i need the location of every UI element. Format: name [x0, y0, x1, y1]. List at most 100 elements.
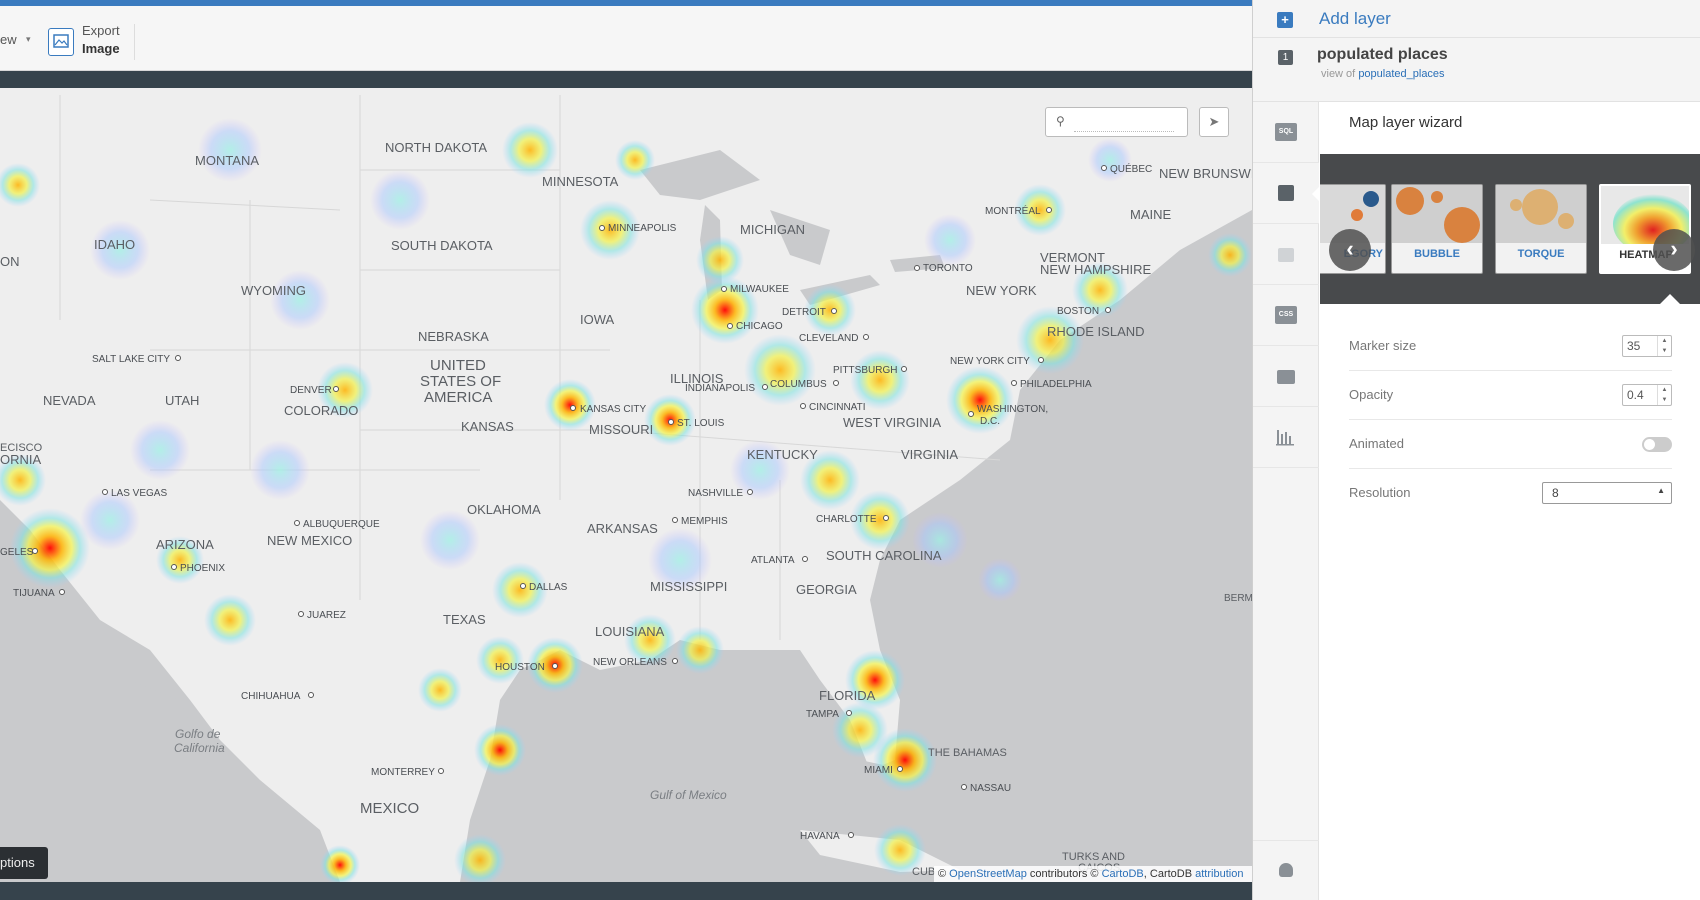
chevron-right-icon[interactable]: ›	[1653, 229, 1695, 271]
select-caret-icon: ▲	[1657, 486, 1665, 495]
svg-text:GELES: GELES	[0, 547, 34, 558]
svg-text:SALT LAKE CITY: SALT LAKE CITY	[92, 354, 170, 365]
label-rhode-island: RHODE ISLAND	[1047, 324, 1145, 339]
label-new-hampshire: NEW HAMPSHIRE	[1040, 262, 1152, 277]
svg-text:D.C.: D.C.	[980, 416, 1000, 427]
stepper-arrows-icon[interactable]: ▲ ▼	[1657, 385, 1671, 405]
label-california-2: ORNIA	[0, 452, 42, 467]
svg-text:TORONTO: TORONTO	[923, 263, 973, 274]
city-denver: DENVER	[290, 385, 339, 396]
svg-text:NASSAU: NASSAU	[970, 783, 1011, 794]
export-image-button[interactable]	[48, 28, 74, 56]
tab-legend[interactable]	[1253, 346, 1319, 407]
layer-header: 1 populated places view of populated_pla…	[1253, 38, 1700, 102]
stepper-arrows-icon[interactable]: ▲ ▼	[1657, 336, 1671, 356]
card-bubble[interactable]: BUBBLE	[1391, 184, 1483, 274]
tab-infowindow[interactable]	[1253, 224, 1319, 285]
label-kentucky: KENTUCKY	[747, 447, 818, 462]
city-kansas-city: KANSAS CITY	[570, 404, 646, 415]
svg-text:WASHINGTON,: WASHINGTON,	[977, 404, 1048, 415]
city-new-orleans: NEW ORLEANS	[593, 657, 678, 668]
tab-filters[interactable]	[1253, 407, 1319, 468]
cartodb-link[interactable]: CartoDB	[1102, 868, 1144, 880]
svg-text:PITTSBURGH: PITTSBURGH	[833, 365, 897, 376]
svg-text:HAVANA: HAVANA	[800, 831, 840, 842]
label-missouri: MISSOURI	[589, 422, 653, 437]
legend-icon	[1277, 370, 1295, 384]
city-toronto: TORONTO	[914, 263, 973, 274]
svg-text:TIJUANA: TIJUANA	[13, 588, 55, 599]
map-search-box[interactable]: ⚲	[1045, 107, 1188, 137]
attribution-link[interactable]: attribution	[1195, 868, 1243, 880]
label-wyoming: WYOMING	[241, 283, 306, 298]
city-cincinnati: CINCINNATI	[800, 402, 865, 413]
opacity-stepper[interactable]: 0.4 ▲ ▼	[1622, 384, 1672, 406]
map-bottom-bar	[0, 882, 1252, 900]
tab-sql[interactable]: SQL	[1253, 102, 1319, 163]
svg-text:MIAMI: MIAMI	[864, 765, 893, 776]
svg-text:CHIHUAHUA: CHIHUAHUA	[241, 691, 301, 702]
label-iowa: IOWA	[580, 312, 615, 327]
tab-wizard[interactable]	[1253, 163, 1320, 224]
city-phoenix: PHOENIX	[171, 563, 225, 574]
attribution-prefix: ©	[938, 868, 950, 880]
svg-text:CHICAGO: CHICAGO	[736, 321, 783, 332]
layer-title[interactable]: populated places	[1317, 46, 1448, 64]
svg-text:INDIANAPOLIS: INDIANAPOLIS	[685, 383, 755, 394]
svg-text:CHARLOTTE: CHARLOTTE	[816, 514, 877, 525]
add-layer-row[interactable]: + Add layer	[1253, 0, 1700, 38]
card-torque[interactable]: TORQUE	[1495, 184, 1587, 274]
chevron-down-icon[interactable]: ▾	[26, 34, 31, 45]
map-layer-wizard: Map layer wizard EGORY BUBBLE	[1320, 102, 1700, 900]
svg-text:NEW ORLEANS: NEW ORLEANS	[593, 657, 667, 668]
label-kansas: KANSAS	[461, 419, 514, 434]
city-pittsburgh: PITTSBURGH	[833, 365, 907, 376]
svg-text:MONTRÉAL: MONTRÉAL	[985, 204, 1041, 217]
city-nashville: NASHVILLE	[688, 488, 753, 499]
locate-arrow-icon[interactable]: ➤	[1199, 107, 1229, 137]
city-los-angeles: GELES	[0, 547, 38, 558]
tab-css[interactable]: CSS	[1253, 285, 1319, 346]
attribution-mid: contributors ©	[1026, 868, 1102, 880]
layer-number-badge: 1	[1278, 50, 1293, 65]
svg-text:DETROIT: DETROIT	[782, 307, 826, 318]
row-marker-size: Marker size 35 ▲ ▼	[1349, 322, 1672, 371]
view-dropdown-label[interactable]: ew	[0, 32, 17, 47]
map-top-bar	[0, 71, 1252, 88]
options-button[interactable]: ptions	[0, 847, 48, 879]
label-north-dakota: NORTH DAKOTA	[385, 140, 487, 155]
svg-text:LAS VEGAS: LAS VEGAS	[111, 488, 167, 499]
layer-source-line: view of populated_places	[1321, 68, 1445, 80]
image-icon	[53, 34, 69, 48]
svg-text:PHILADELPHIA: PHILADELPHIA	[1020, 379, 1092, 390]
map-search-input[interactable]	[1074, 114, 1174, 132]
image-label[interactable]: Image	[82, 41, 120, 56]
city-albuquerque: ALBUQUERQUE	[294, 519, 380, 530]
plus-icon[interactable]: +	[1277, 12, 1293, 28]
layer-source-link[interactable]: populated_places	[1358, 68, 1444, 80]
lightbulb-icon	[1279, 863, 1293, 877]
city-milwaukee: MILWAUKEE	[721, 284, 789, 295]
add-layer-button[interactable]: Add layer	[1319, 9, 1391, 29]
label-minnesota: MINNESOTA	[542, 174, 619, 189]
marker-size-stepper[interactable]: 35 ▲ ▼	[1622, 335, 1672, 357]
tab-bottom-help[interactable]	[1253, 840, 1319, 900]
openstreetmap-link[interactable]: OpenStreetMap	[949, 868, 1027, 880]
svg-text:CLEVELAND: CLEVELAND	[799, 333, 858, 344]
chevron-left-icon[interactable]: ‹	[1329, 229, 1371, 271]
resolution-select[interactable]: 8 ▲	[1542, 482, 1672, 504]
animated-toggle[interactable]	[1642, 437, 1672, 452]
label-florida: FLORIDA	[819, 688, 876, 703]
svg-text:KANSAS CITY: KANSAS CITY	[580, 404, 646, 415]
wizard-title: Map layer wizard	[1349, 114, 1463, 131]
label-usa-3: AMERICA	[424, 389, 492, 406]
map-canvas[interactable]: MONTANA NORTH DAKOTA MINNESOTA IDAHO SOU…	[0, 88, 1252, 882]
label-oklahoma: OKLAHOMA	[467, 502, 541, 517]
label-mexico: MEXICO	[360, 800, 419, 817]
svg-text:JUAREZ: JUAREZ	[307, 610, 346, 621]
svg-text:DENVER: DENVER	[290, 385, 332, 396]
opacity-value: 0.4	[1627, 388, 1644, 402]
map-attribution: © OpenStreetMap contributors © CartoDB, …	[934, 866, 1252, 882]
export-label[interactable]: Export	[82, 23, 120, 38]
svg-text:MINNEAPOLIS: MINNEAPOLIS	[608, 223, 677, 234]
